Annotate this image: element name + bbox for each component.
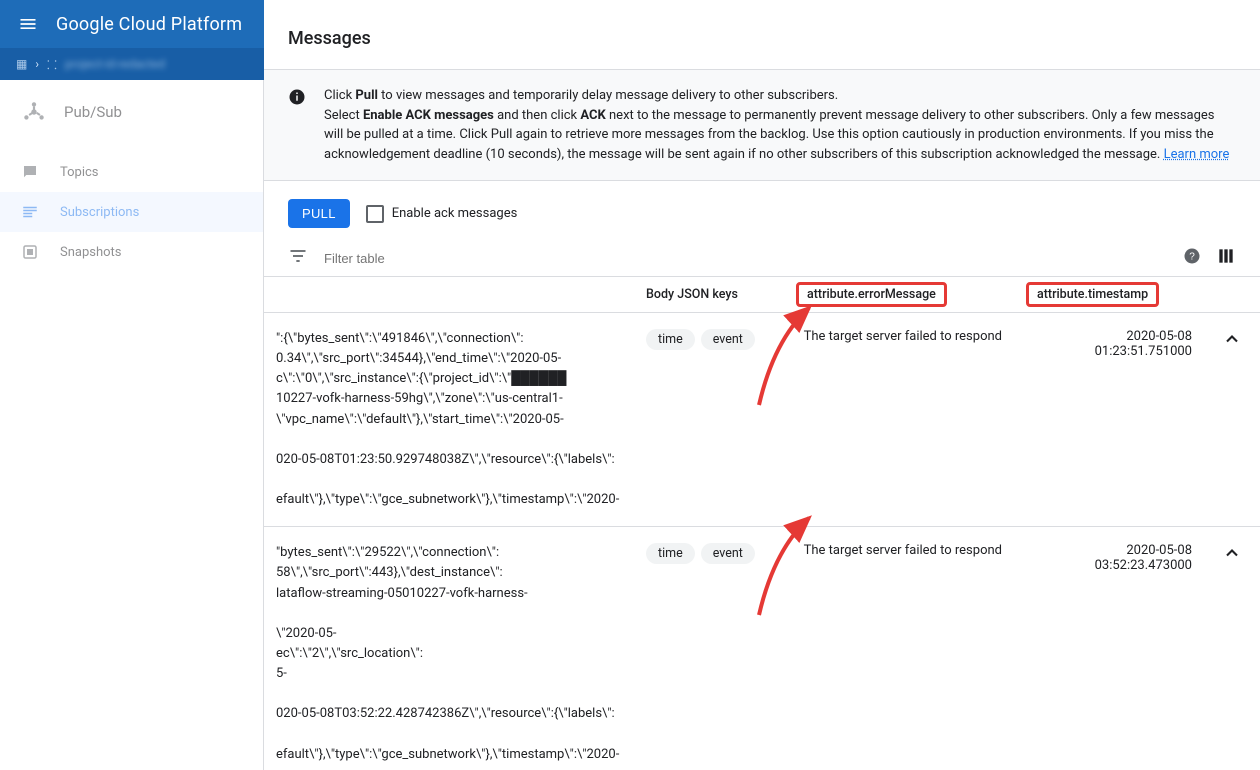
sidebar-item-label: Subscriptions <box>60 205 139 220</box>
cell-error: The target server failed to respond <box>784 539 1014 562</box>
json-key-pill: time <box>646 329 695 350</box>
chevron-up-icon[interactable] <box>1222 552 1242 567</box>
svg-text:?: ? <box>1189 251 1195 262</box>
col-error-message[interactable]: attribute.errorMessage <box>784 282 1014 307</box>
sidebar: Pub/Sub Topics Subscriptions Snapshots <box>0 80 264 770</box>
enable-ack-label: Enable ack messages <box>392 206 518 221</box>
topics-icon <box>20 163 40 181</box>
filter-input[interactable] <box>322 250 1168 267</box>
service-name: Pub/Sub <box>64 103 122 121</box>
col-timestamp[interactable]: attribute.timestamp <box>1014 282 1204 307</box>
info-icon <box>288 88 306 110</box>
project-icon: ⸬ <box>47 56 57 73</box>
main-panel: Messages Click Pull to view messages and… <box>264 0 1260 770</box>
product-logo: Google Cloud Platform <box>56 14 242 35</box>
snapshots-icon <box>20 243 40 261</box>
cell-error: The target server failed to respond <box>784 325 1014 348</box>
enable-ack-checkbox[interactable]: Enable ack messages <box>366 205 518 223</box>
cell-timestamp: 2020-05-08 03:52:23.473000 <box>1014 539 1204 577</box>
sidebar-item-snapshots[interactable]: Snapshots <box>0 232 263 272</box>
col-json-keys[interactable]: Body JSON keys <box>634 287 784 302</box>
cell-json-keys: time event <box>634 539 784 568</box>
subscriptions-icon <box>20 203 40 221</box>
table-row: "bytes_sent\":\"29522\",\"connection\": … <box>264 527 1260 770</box>
service-header[interactable]: Pub/Sub <box>0 80 263 144</box>
checkbox-icon[interactable] <box>366 205 384 223</box>
cell-timestamp: 2020-05-08 01:23:51.751000 <box>1014 325 1204 363</box>
pull-button[interactable]: PULL <box>288 199 350 228</box>
info-text: Click Pull to view messages and temporar… <box>324 86 1236 164</box>
breadcrumb-project: project-id-redacted <box>65 57 165 71</box>
learn-more-link[interactable]: Learn more <box>1164 147 1230 162</box>
json-key-pill: time <box>646 543 695 564</box>
filter-icon[interactable] <box>288 246 308 270</box>
json-key-pill: event <box>701 543 755 564</box>
hamburger-menu-icon[interactable] <box>16 12 40 36</box>
breadcrumb-sep: › <box>35 57 39 71</box>
filter-bar: ? <box>264 240 1260 277</box>
sidebar-item-label: Topics <box>60 165 99 180</box>
pubsub-icon <box>20 98 48 126</box>
table-row: ":{\"bytes_sent\":\"491846\",\"connectio… <box>264 313 1260 527</box>
sidebar-nav: Topics Subscriptions Snapshots <box>0 144 263 280</box>
org-icon: ▦ <box>16 57 27 71</box>
cell-expand <box>1204 325 1260 357</box>
messages-table: Body JSON keys attribute.errorMessage at… <box>264 277 1260 770</box>
cell-json-keys: time event <box>634 325 784 354</box>
sidebar-item-topics[interactable]: Topics <box>0 152 263 192</box>
json-key-pill: event <box>701 329 755 350</box>
sidebar-item-subscriptions[interactable]: Subscriptions <box>0 192 263 232</box>
help-icon[interactable]: ? <box>1182 246 1202 270</box>
columns-icon[interactable] <box>1216 246 1236 270</box>
sidebar-item-label: Snapshots <box>60 245 122 260</box>
cell-body: "bytes_sent\":\"29522\",\"connection\": … <box>264 539 634 769</box>
cell-body: ":{\"bytes_sent\":\"491846\",\"connectio… <box>264 325 634 514</box>
chevron-up-icon[interactable] <box>1222 338 1242 353</box>
action-bar: PULL Enable ack messages <box>264 181 1260 240</box>
page-title: Messages <box>264 0 1260 69</box>
cell-expand <box>1204 539 1260 571</box>
info-banner: Click Pull to view messages and temporar… <box>264 69 1260 181</box>
table-header: Body JSON keys attribute.errorMessage at… <box>264 277 1260 313</box>
